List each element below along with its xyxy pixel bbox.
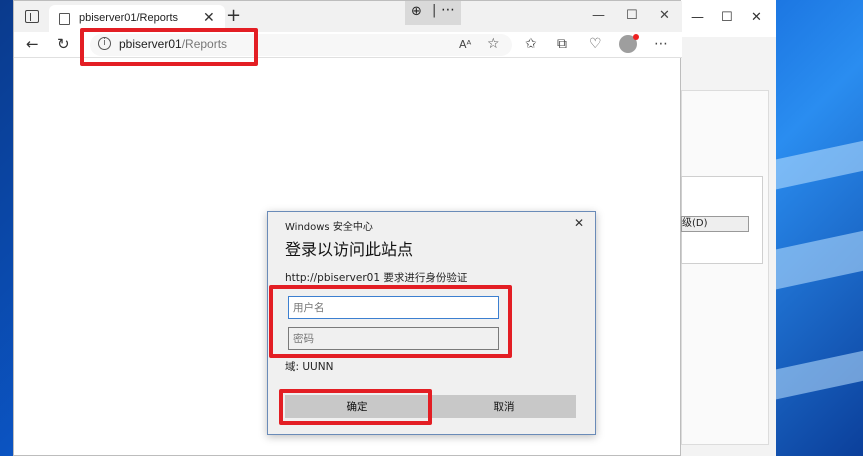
dialog-title: Windows 安全中心	[285, 222, 373, 233]
highlight-address-bar	[80, 28, 258, 66]
minimize-icon[interactable]: —	[691, 10, 704, 25]
zoom-popup: ⊕ | ⋯	[405, 1, 461, 25]
refresh-icon[interactable]: ↻	[57, 35, 70, 53]
cancel-button[interactable]: 取消	[432, 395, 576, 418]
maximize-icon[interactable]: ☐	[626, 8, 638, 23]
more-icon[interactable]: ⋯	[654, 36, 668, 52]
zoom-in-icon[interactable]: ⊕	[411, 4, 422, 19]
wallpaper-light-beam	[775, 230, 863, 290]
favorites-icon[interactable]: ✩	[525, 36, 537, 52]
wallpaper-light-beam	[775, 140, 863, 190]
profile-icon[interactable]	[619, 34, 639, 53]
auth-message: http://pbiserver01 要求进行身份验证	[285, 272, 468, 284]
highlight-credentials	[269, 285, 512, 358]
separator: |	[432, 3, 437, 18]
favorite-icon[interactable]: ☆	[487, 36, 500, 52]
background-window-select[interactable]: 级(D)	[681, 216, 749, 232]
plus-icon[interactable]: +	[226, 5, 241, 26]
collections-icon[interactable]: ⧉	[557, 36, 567, 52]
tab-title: pbiserver01/Reports	[79, 12, 179, 24]
back-icon[interactable]: ←	[26, 35, 39, 53]
browser-essentials-icon[interactable]: ♡	[589, 36, 602, 52]
more-icon[interactable]: ⋯	[441, 2, 456, 18]
domain-label: 域: UUNN	[285, 361, 334, 373]
close-icon[interactable]: ✕	[751, 10, 762, 25]
page-icon	[59, 13, 70, 25]
close-icon[interactable]: ✕	[659, 8, 670, 23]
minimize-icon[interactable]: —	[592, 8, 605, 23]
close-icon[interactable]: ✕	[203, 10, 215, 26]
read-aloud-icon[interactable]: Aᴬ	[459, 38, 471, 51]
close-icon[interactable]: ✕	[574, 216, 584, 230]
maximize-icon[interactable]: ☐	[721, 10, 733, 25]
highlight-ok-button	[279, 389, 432, 425]
background-window-panel	[681, 90, 769, 445]
tab-actions-icon[interactable]	[25, 10, 39, 23]
dialog-heading: 登录以访问此站点	[285, 240, 414, 259]
wallpaper-light-beam	[775, 350, 863, 400]
